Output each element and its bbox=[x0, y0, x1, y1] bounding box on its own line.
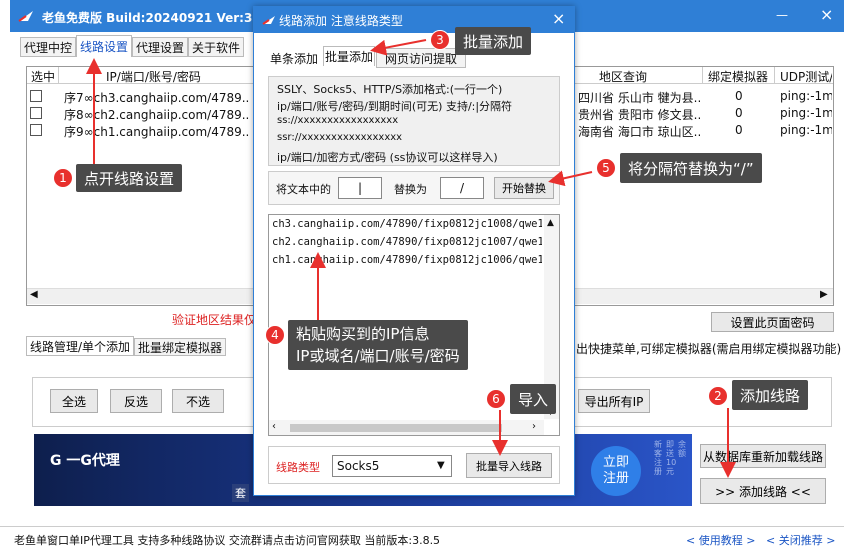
callout-step3: 批量添加 bbox=[455, 27, 532, 55]
callout-step5: 将分隔符替换为“/” bbox=[620, 153, 762, 183]
step-badge: 6 bbox=[486, 389, 506, 409]
step-badge: 2 bbox=[708, 386, 728, 406]
callout-step2: 添加线路 bbox=[732, 380, 809, 410]
annotation-arrows bbox=[86, 39, 736, 478]
step-badge: 4 bbox=[265, 325, 285, 345]
step-badge: 3 bbox=[430, 30, 450, 50]
callout-step4: 粘贴购买到的IP信息 IP或域名/端口/账号/密码 bbox=[288, 320, 468, 370]
callout-step1: 点开线路设置 bbox=[76, 164, 183, 192]
arrow-line bbox=[370, 39, 427, 56]
arrow-line bbox=[548, 170, 593, 187]
step-badge: 1 bbox=[53, 168, 73, 188]
step-badge: 5 bbox=[596, 158, 616, 178]
callout-step6: 导入 bbox=[510, 384, 557, 414]
